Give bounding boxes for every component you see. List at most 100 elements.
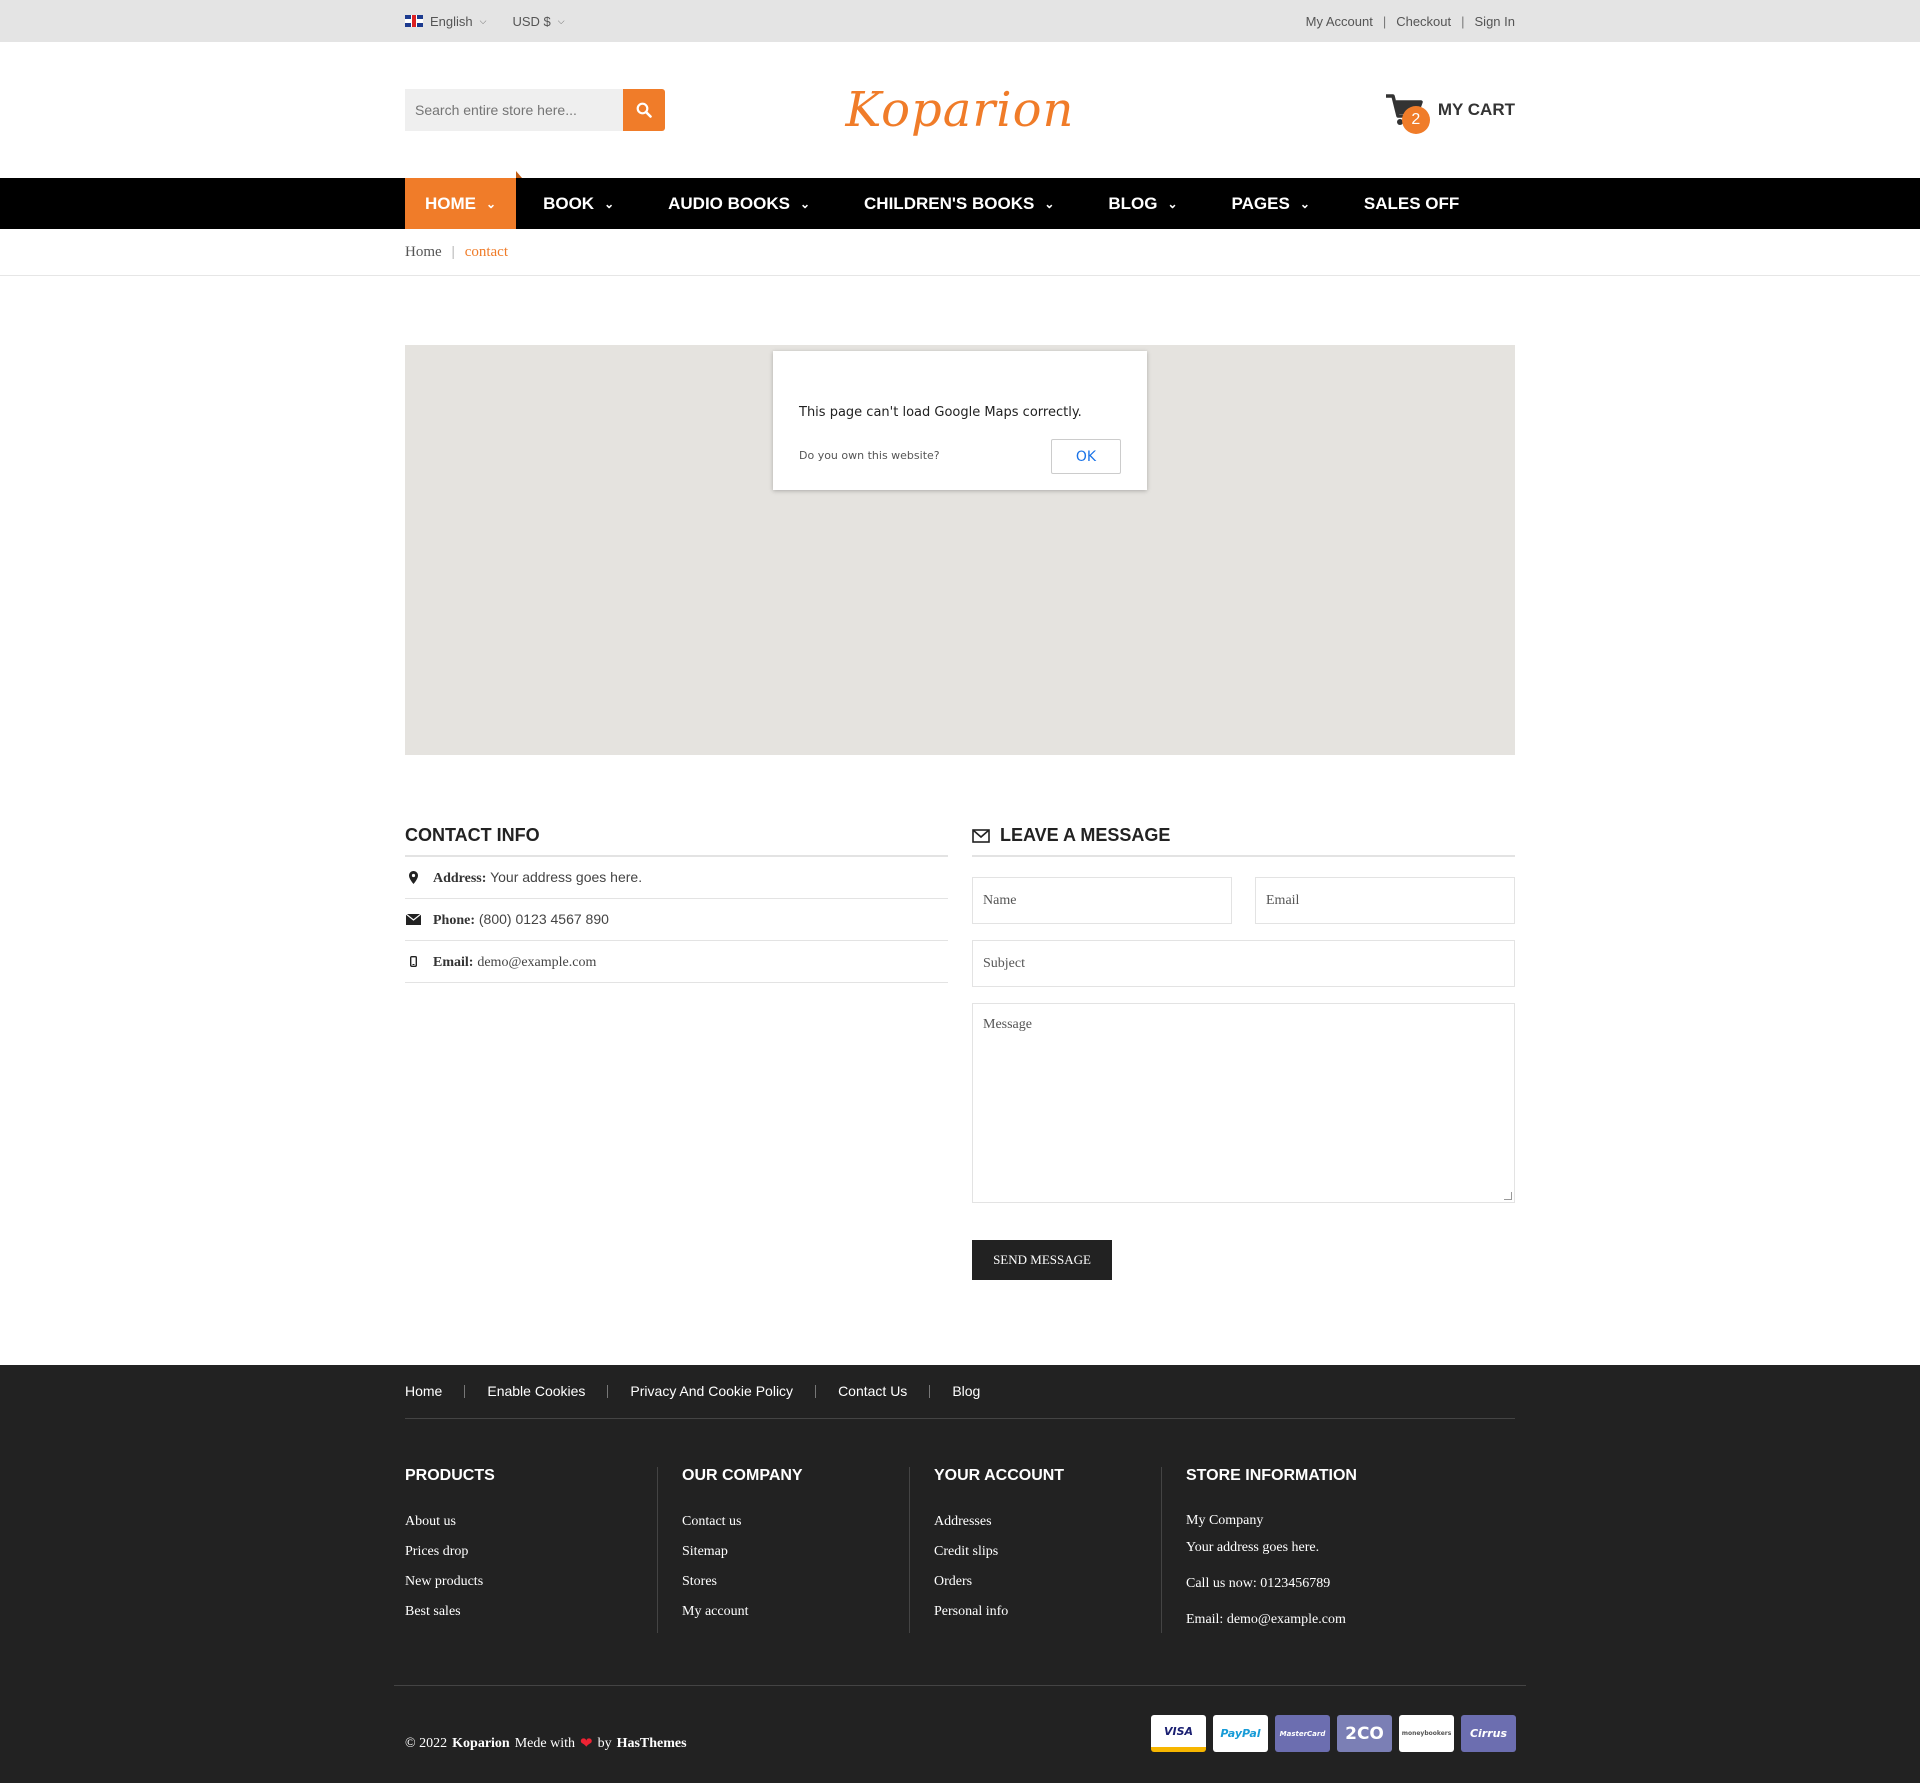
currency-label: USD $ [512, 13, 551, 29]
search-form [405, 89, 665, 131]
footer-store-title: STORE INFORMATION [1186, 1467, 1357, 1484]
footer-store-info: STORE INFORMATION My Company Your addres… [1161, 1467, 1413, 1633]
message-textarea[interactable]: Message [972, 1003, 1515, 1203]
cart-label: MY CART [1437, 100, 1515, 119]
footer-company-title: OUR COMPANY [682, 1467, 803, 1484]
google-map[interactable]: This page can't load Google Maps correct… [405, 345, 1515, 755]
subject-field[interactable]: Subject [972, 940, 1515, 987]
footer-link-home[interactable]: Home [405, 1384, 464, 1398]
address-label: Address: [433, 870, 487, 886]
contact-section: CONTACT INFO Address: Your address goes … [405, 825, 1515, 1280]
copyright-made-with: Mede with [514, 1735, 575, 1751]
copyright-by: by [597, 1735, 612, 1751]
footer-item[interactable]: Addresses [934, 1507, 1161, 1537]
search-icon [636, 102, 652, 118]
main-nav: HOME ⌄ BOOK ⌄ AUDIO BOOKS ⌄ CHILDREN'S B… [0, 171, 1920, 229]
nav-item-audio-books[interactable]: AUDIO BOOKS ⌄ [641, 178, 837, 229]
checkout-link[interactable]: Checkout [1396, 14, 1451, 29]
header: Koparion 2 MY CART [0, 42, 1920, 178]
map-ok-button[interactable]: OK [1051, 439, 1121, 474]
email-value[interactable]: demo@example.com [477, 955, 596, 970]
chevron-down-icon: ⌄ [1167, 196, 1178, 211]
chevron-down-icon: ⌄ [799, 196, 811, 211]
cart-button[interactable]: 2 MY CART [1384, 92, 1515, 134]
nav-label: BLOG [1108, 193, 1158, 213]
payment-methods: VISA PayPal MasterCard 2CO moneybookers … [1151, 1715, 1516, 1752]
site-logo[interactable]: Koparion [846, 82, 1075, 138]
cart-icon: 2 [1384, 92, 1430, 134]
store-address: Your address goes here. [1186, 1540, 1320, 1555]
footer-item[interactable]: Prices drop [405, 1537, 657, 1567]
chevron-down-icon: ⌄ [604, 196, 615, 211]
footer-item[interactable]: Best sales [405, 1597, 657, 1627]
uk-flag-icon [405, 15, 423, 27]
leave-message-title: LEAVE A MESSAGE [1000, 825, 1171, 845]
copyright-prefix: © 2022 [405, 1735, 448, 1751]
currency-selector[interactable]: USD $ ⌵ [512, 14, 564, 29]
email-label: Email: [433, 954, 474, 970]
footer-item[interactable]: Orders [934, 1567, 1161, 1597]
footer-account-title: YOUR ACCOUNT [934, 1467, 1065, 1484]
nav-item-home[interactable]: HOME ⌄ [405, 171, 523, 229]
nav-item-book[interactable]: BOOK ⌄ [516, 178, 641, 229]
nav-item-pages[interactable]: PAGES ⌄ [1205, 178, 1337, 229]
nav-label: HOME [425, 193, 476, 213]
paypal-icon: PayPal [1213, 1715, 1268, 1752]
footer-links: Home Enable Cookies Privacy And Cookie P… [405, 1365, 1515, 1419]
breadcrumb-home[interactable]: Home [405, 244, 442, 261]
footer: Home Enable Cookies Privacy And Cookie P… [0, 1365, 1920, 1783]
footer-item[interactable]: Credit slips [934, 1537, 1161, 1567]
nav-item-blog[interactable]: BLOG ⌄ [1081, 178, 1204, 229]
contact-info-title: CONTACT INFO [405, 825, 948, 857]
cirrus-icon: Cirrus [1461, 1715, 1516, 1752]
map-error-dialog: This page can't load Google Maps correct… [773, 351, 1147, 490]
search-input[interactable] [405, 89, 623, 131]
send-message-button[interactable]: SEND MESSAGE [972, 1240, 1112, 1280]
language-selector[interactable]: English ⌵ [405, 14, 486, 29]
footer-products-title: PRODUCTS [405, 1467, 495, 1484]
footer-divider [394, 1685, 1526, 1686]
footer-link-privacy[interactable]: Privacy And Cookie Policy [607, 1384, 815, 1398]
breadcrumb-current: contact [464, 244, 508, 260]
footer-item[interactable]: Stores [682, 1567, 909, 1597]
chevron-down-icon: ⌄ [1044, 196, 1055, 211]
message-placeholder: Message [983, 1017, 1032, 1032]
search-button[interactable] [623, 89, 665, 131]
name-field[interactable]: Name [972, 877, 1232, 924]
top-bar: English ⌵ USD $ ⌵ My Account | Checkout … [0, 0, 1920, 42]
map-own-website-link[interactable]: Do you own this website? [799, 449, 940, 462]
resize-handle-icon[interactable] [1504, 1192, 1512, 1200]
phone-value: (800) 0123 4567 890 [478, 910, 609, 927]
leave-message-heading: LEAVE A MESSAGE [972, 825, 1515, 857]
chevron-down-icon: ⌄ [486, 196, 497, 211]
nav-label: SALES OFF [1363, 193, 1460, 213]
address-value: Your address goes here. [490, 868, 643, 885]
footer-link-blog[interactable]: Blog [929, 1384, 1002, 1398]
store-company: My Company [1186, 1513, 1264, 1528]
footer-account: YOUR ACCOUNT Addresses Credit slips Orde… [909, 1467, 1161, 1633]
breadcrumb: Home | contact [0, 229, 1920, 276]
nav-item-sales-off[interactable]: SALES OFF [1337, 178, 1486, 229]
visa-icon: VISA [1151, 1715, 1206, 1752]
footer-item[interactable]: New products [405, 1567, 657, 1597]
leave-message: LEAVE A MESSAGE Name Email Subject Messa… [972, 825, 1515, 1280]
copyright-author[interactable]: HasThemes [617, 1736, 687, 1752]
sign-in-link[interactable]: Sign In [1475, 14, 1515, 29]
language-label: English [430, 13, 473, 29]
moneybookers-icon: moneybookers [1399, 1715, 1454, 1752]
email-field[interactable]: Email [1255, 877, 1515, 924]
footer-item[interactable]: Personal info [934, 1597, 1161, 1627]
my-account-link[interactable]: My Account [1306, 14, 1373, 29]
envelope-outline-icon [972, 828, 990, 843]
footer-link-contact[interactable]: Contact Us [815, 1384, 929, 1398]
breadcrumb-separator: | [451, 244, 455, 260]
email-row: Email: demo@example.com [405, 941, 948, 983]
copyright-brand[interactable]: Koparion [452, 1736, 510, 1752]
footer-item[interactable]: My account [682, 1597, 909, 1627]
footer-link-enable-cookies[interactable]: Enable Cookies [464, 1384, 607, 1398]
footer-item[interactable]: Sitemap [682, 1537, 909, 1567]
footer-item[interactable]: Contact us [682, 1507, 909, 1537]
footer-item[interactable]: About us [405, 1507, 657, 1537]
nav-item-childrens-books[interactable]: CHILDREN'S BOOKS ⌄ [837, 178, 1081, 229]
chevron-down-icon: ⌄ [1299, 196, 1310, 211]
